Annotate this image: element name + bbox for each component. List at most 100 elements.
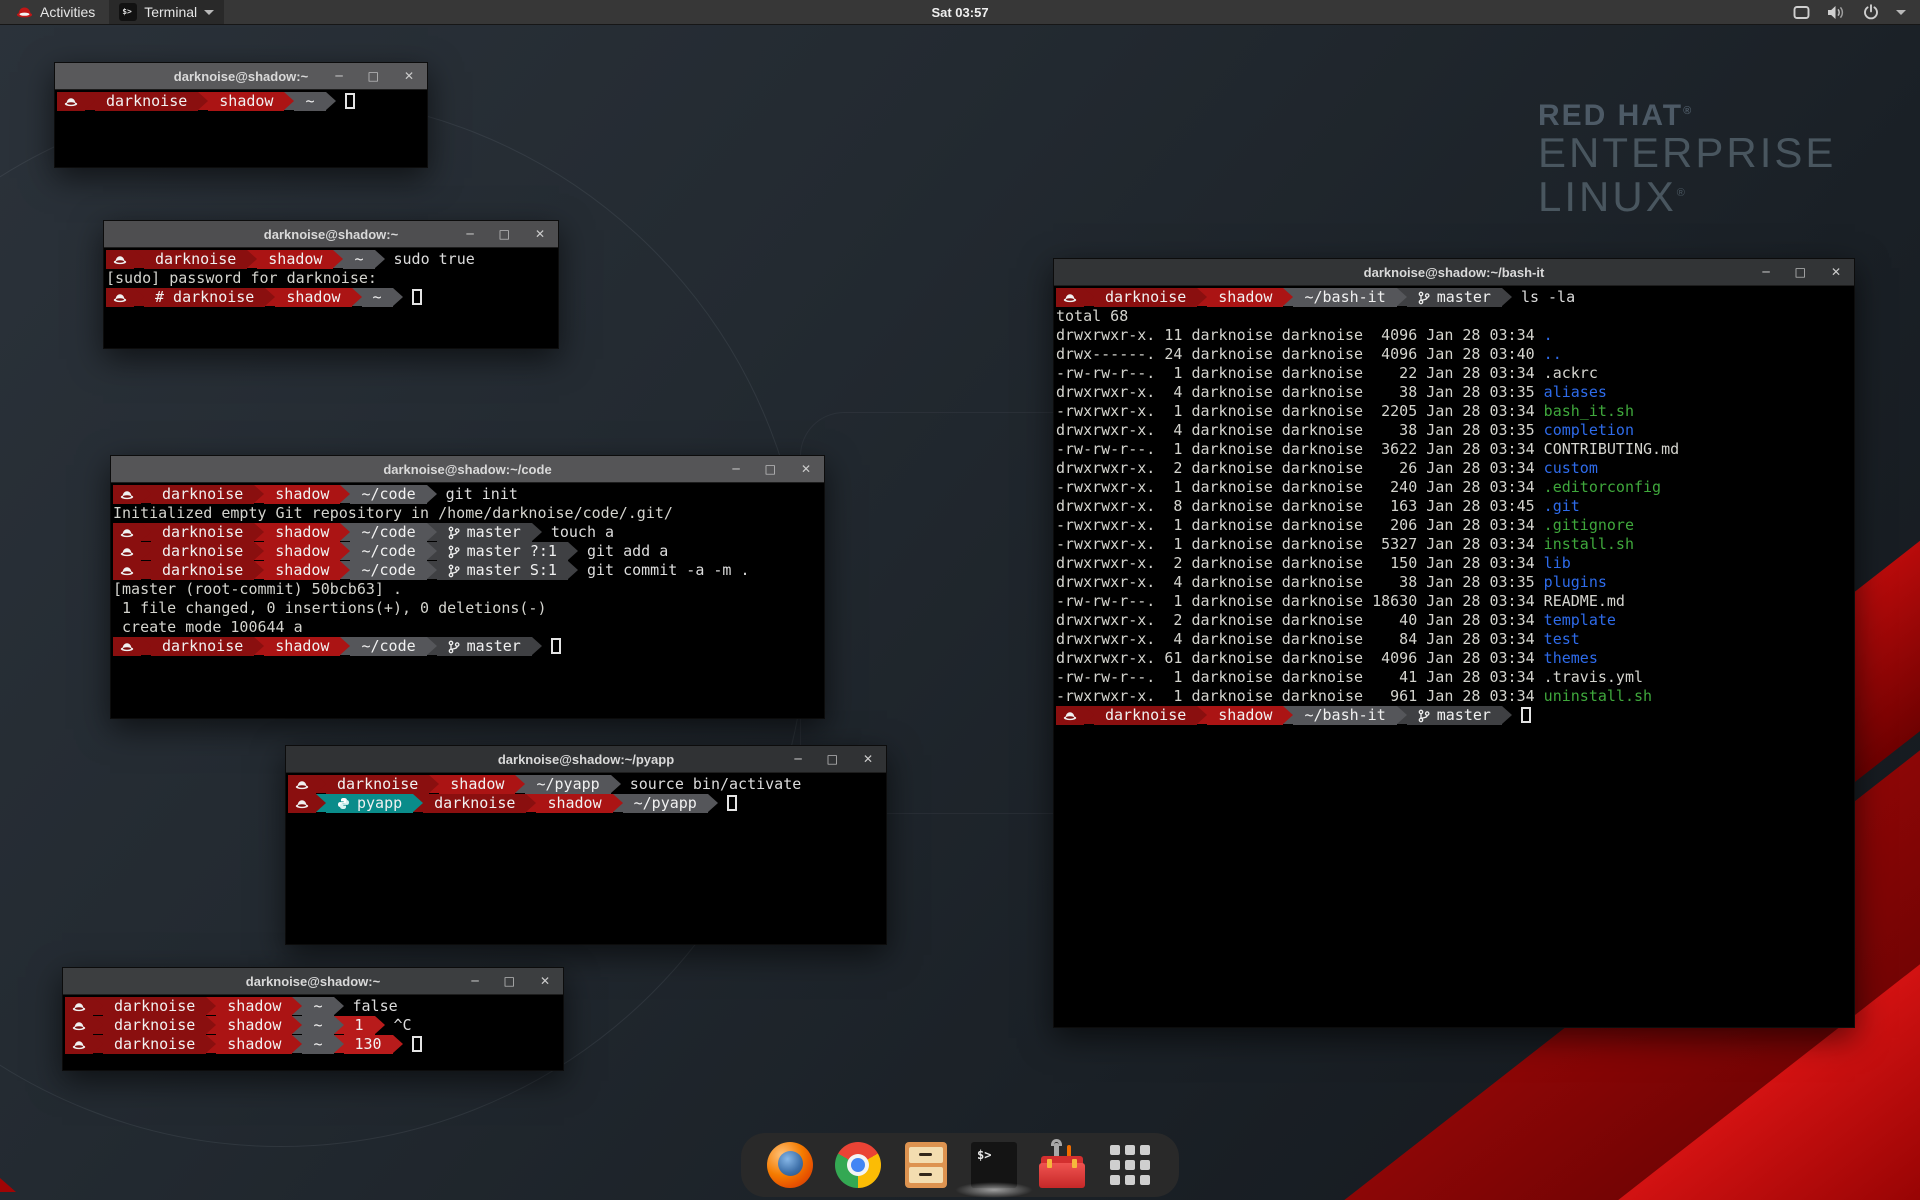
redhat-icon [113, 254, 127, 266]
maximize-button[interactable]: □ [368, 70, 379, 82]
directory-name: . [1544, 326, 1553, 344]
powerline-segment [65, 1016, 93, 1035]
command-text: source bin/activate [630, 775, 802, 794]
output-line: Initialized empty Git repository in /hom… [113, 504, 824, 523]
maximize-button[interactable]: □ [765, 463, 776, 475]
git-branch-icon [448, 545, 460, 559]
dock-show-applications[interactable] [1107, 1141, 1153, 1189]
directory-name: themes [1544, 649, 1598, 667]
close-button[interactable]: ✕ [404, 70, 414, 82]
powerline-separator [316, 794, 326, 812]
maximize-button[interactable]: □ [827, 753, 838, 765]
clock[interactable]: Sat 03:57 [0, 5, 1920, 20]
dock: $> [741, 1133, 1179, 1197]
maximize-button[interactable]: □ [499, 228, 510, 240]
powerline-segment: ~/code [350, 637, 426, 656]
powerline-segment: ~/pyapp [623, 794, 708, 813]
powerline-segment: ~ [302, 1035, 333, 1054]
dock-chrome[interactable] [835, 1141, 881, 1189]
directory-name: test [1544, 630, 1580, 648]
minimize-button[interactable]: ─ [732, 463, 739, 475]
powerline-segment: shadow [208, 92, 284, 111]
activities-button[interactable]: Activities [10, 0, 101, 24]
ls-output-row: drwxrwxr-x. 4 darknoise darknoise 84 Jan… [1056, 630, 1854, 649]
titlebar[interactable]: darknoise@shadow:~ ─ □ ✕ [104, 221, 558, 248]
powerline-segment: darknoise [151, 542, 254, 561]
powerline-segment: shadow [264, 637, 340, 656]
titlebar[interactable]: darknoise@shadow:~/code ─ □ ✕ [111, 456, 824, 483]
close-button[interactable]: ✕ [540, 975, 550, 987]
power-icon[interactable] [1863, 4, 1879, 20]
titlebar[interactable]: darknoise@shadow:~ ─ □ ✕ [55, 63, 427, 90]
ls-output-row: -rwxrwxr-x. 1 darknoise darknoise 5327 J… [1056, 535, 1854, 554]
minimize-button[interactable]: ─ [1762, 266, 1769, 278]
ls-output-row: -rw-rw-r--. 1 darknoise darknoise 41 Jan… [1056, 668, 1854, 687]
terminal-content[interactable]: darknoise shadow ~/code git initInitialized… [111, 483, 824, 718]
powerline-segment: darknoise [151, 637, 254, 656]
powerline-segment: shadow [216, 1016, 292, 1035]
dock-terminal[interactable]: $> [971, 1141, 1017, 1189]
powerline-separator [141, 637, 151, 655]
titlebar[interactable]: darknoise@shadow:~/bash-it ─ □ ✕ [1054, 259, 1854, 286]
ls-output-row: drwxrwxr-x. 8 darknoise darknoise 163 Ja… [1056, 497, 1854, 516]
ls-output-row: -rw-rw-r--. 1 darknoise darknoise 18630 … [1056, 592, 1854, 611]
titlebar[interactable]: darknoise@shadow:~/pyapp ─ □ ✕ [286, 746, 886, 773]
command-text: git commit -a -m . [587, 561, 750, 580]
output-line: [sudo] password for darknoise: [106, 269, 558, 288]
redhat-icon [120, 489, 134, 501]
powerline-separator [206, 1035, 216, 1053]
volume-icon[interactable] [1827, 5, 1846, 20]
ls-output-row: drwxrwxr-x. 4 darknoise darknoise 38 Jan… [1056, 383, 1854, 402]
terminal-content[interactable]: darknoiseshadow~ [55, 90, 427, 167]
dock-files[interactable] [903, 1141, 949, 1189]
redhat-icon [295, 798, 309, 810]
terminal-content[interactable]: darknoiseshadow~sudo true[sudo] password… [104, 248, 558, 348]
git-branch-icon [448, 640, 460, 654]
maximize-button[interactable]: □ [504, 975, 515, 987]
prompt-line: darknoiseshadow~/codemaster ?:1git add a [113, 542, 824, 561]
powerline-segment [106, 250, 134, 269]
powerline-separator [708, 794, 718, 812]
terminal-content[interactable]: darknoiseshadow~falsedarknoiseshadow~1^C… [63, 995, 563, 1070]
dock-firefox[interactable] [767, 1141, 813, 1189]
minimize-button[interactable]: ─ [335, 70, 342, 82]
titlebar[interactable]: darknoise@shadow:~ ─ □ ✕ [63, 968, 563, 995]
powerline-segment: shadow [264, 561, 340, 580]
file-name: uninstall.sh [1544, 687, 1652, 705]
display-icon[interactable] [1793, 5, 1810, 20]
powerline-segment [113, 485, 141, 504]
powerline-separator [393, 1035, 403, 1053]
app-menu-terminal[interactable]: $> Terminal [109, 0, 224, 24]
command-text: sudo true [394, 250, 475, 269]
powerline-segment [1056, 706, 1084, 725]
maximize-button[interactable]: □ [1795, 266, 1806, 278]
menu-chevron-icon[interactable] [1896, 10, 1906, 15]
minimize-button[interactable]: ─ [471, 975, 478, 987]
powerline-segment: shadow [264, 485, 340, 504]
powerline-segment: darknoise [103, 1035, 206, 1054]
powerline-separator [254, 561, 264, 579]
close-button[interactable]: ✕ [801, 463, 811, 475]
minimize-button[interactable]: ─ [466, 228, 473, 240]
prompt-line: darknoiseshadow~false [65, 997, 563, 1016]
terminal-content[interactable]: darknoiseshadow~/bash-itmasterls -latota… [1054, 286, 1854, 1027]
close-button[interactable]: ✕ [863, 753, 873, 765]
dock-toolbox[interactable] [1039, 1141, 1085, 1189]
minimize-button[interactable]: ─ [794, 753, 801, 765]
powerline-separator [611, 775, 621, 793]
prompt-line: darknoiseshadow~/codemastertouch a [113, 523, 824, 542]
command-text: git init [446, 485, 518, 504]
close-button[interactable]: ✕ [535, 228, 545, 240]
powerline-separator [340, 637, 350, 655]
top-bar: Activities $> Terminal Sat 03:57 [0, 0, 1920, 25]
redhat-icon [120, 641, 134, 653]
powerline-separator [568, 561, 578, 579]
command-text: git add a [587, 542, 668, 561]
terminal-content[interactable]: darknoiseshadow~/pyappsource bin/activat… [286, 773, 886, 944]
close-button[interactable]: ✕ [1831, 266, 1841, 278]
powerline-separator [515, 775, 525, 793]
powerline-separator [333, 250, 343, 268]
powerline-segment: ~ [302, 997, 333, 1016]
file-cabinet-icon [905, 1142, 947, 1188]
prompt-line: pyappdarknoiseshadow~/pyapp [288, 794, 886, 813]
